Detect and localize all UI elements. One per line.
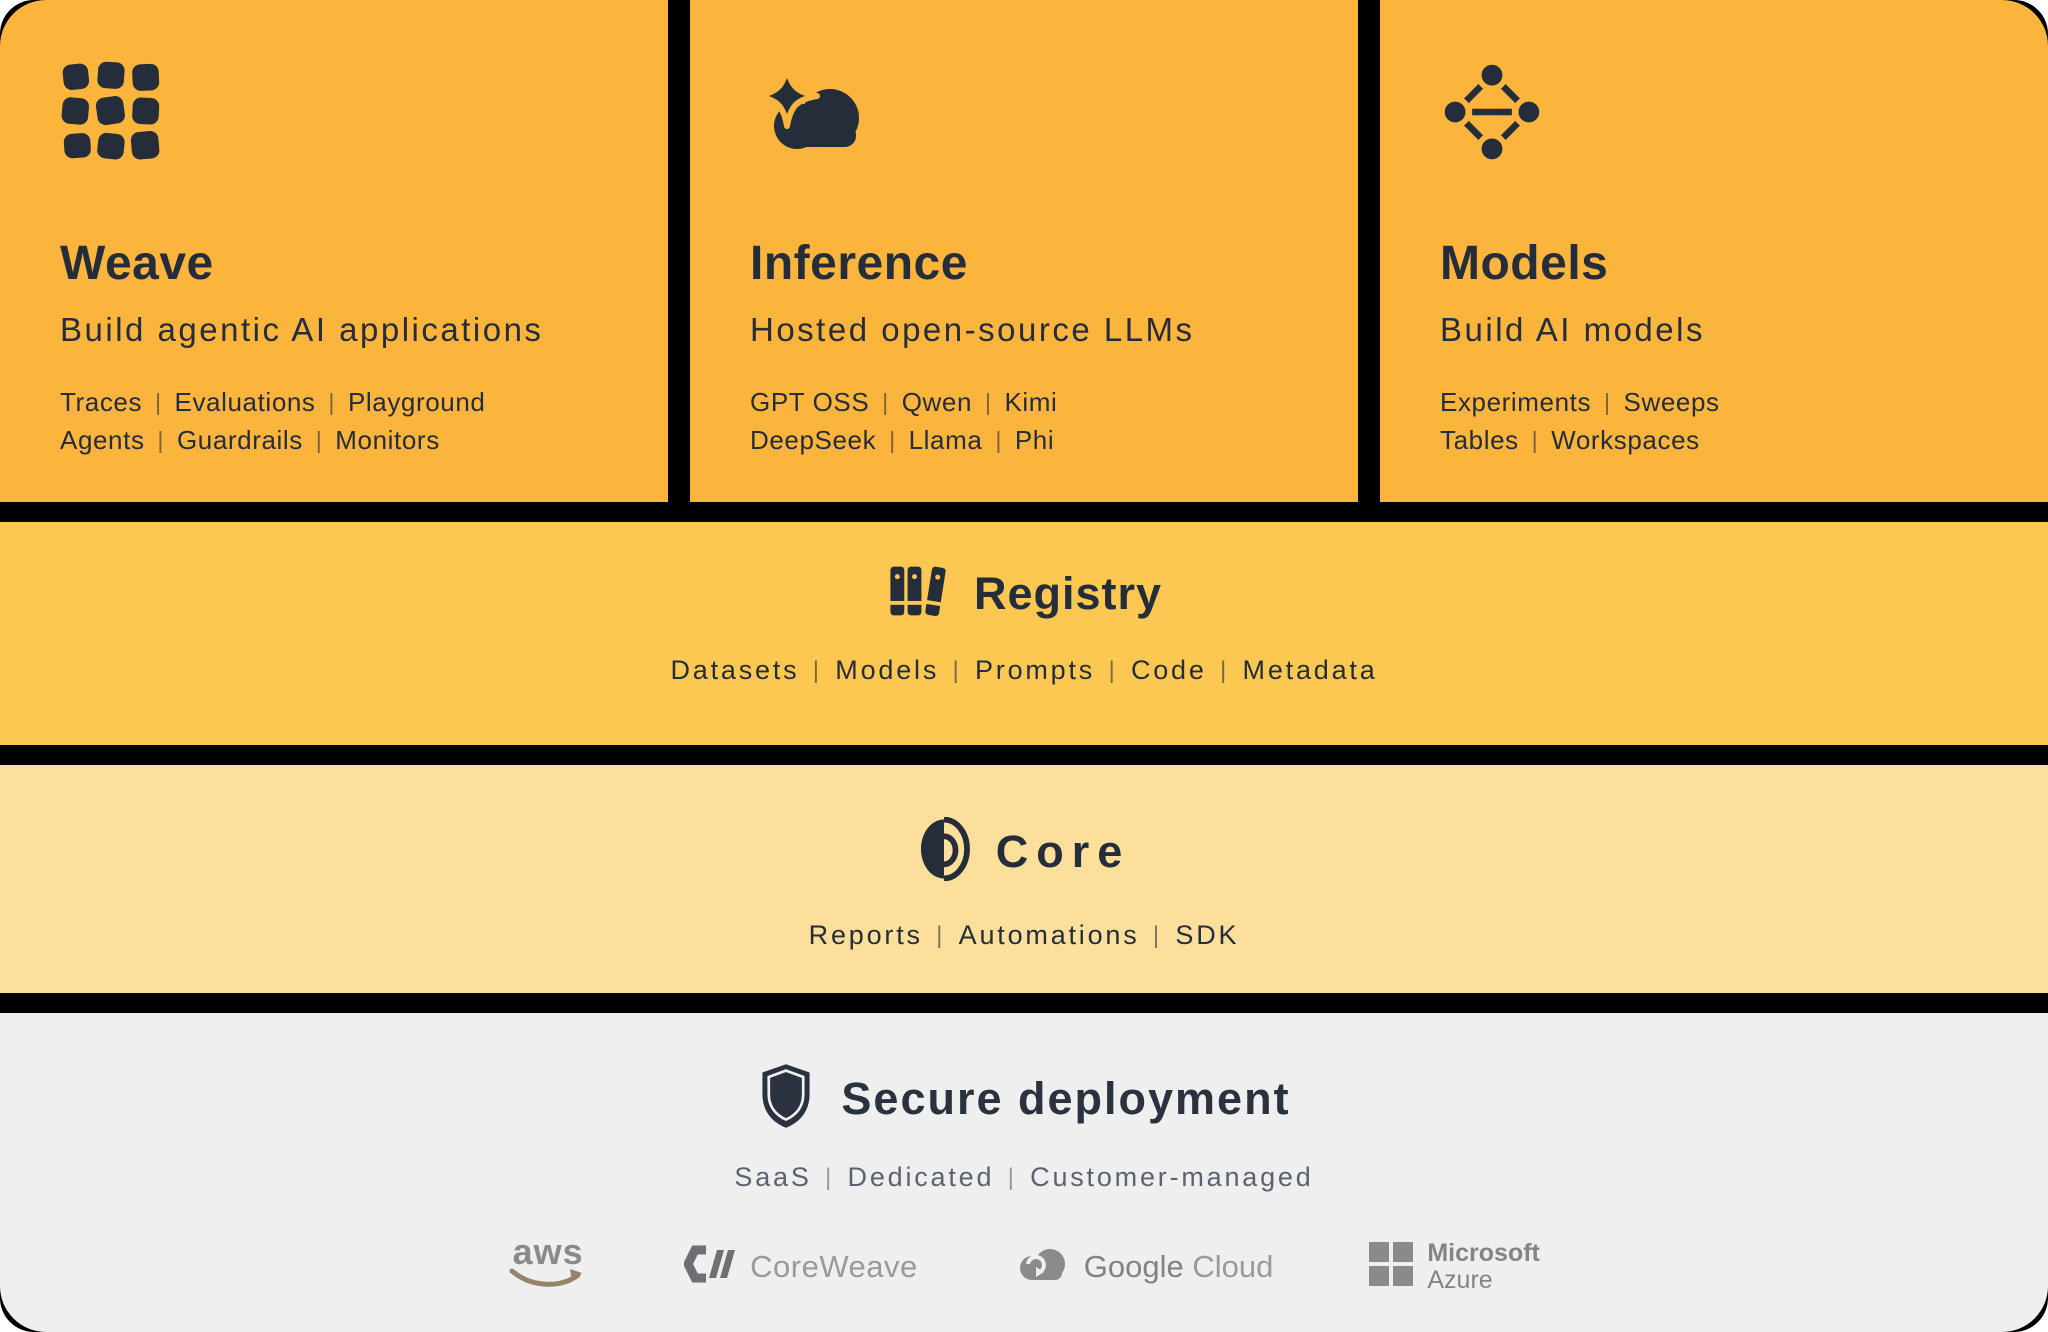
core-items: Reports|Automations|SDK bbox=[0, 920, 2048, 951]
feature-line: DeepSeek|Llama|Phi bbox=[750, 422, 1308, 460]
registry-items: Datasets|Models|Prompts|Code|Metadata bbox=[0, 655, 2048, 686]
feature-line: GPT OSS|Qwen|Kimi bbox=[750, 384, 1308, 422]
aws-wordmark: aws bbox=[513, 1237, 584, 1267]
coreweave-mark-icon bbox=[684, 1245, 736, 1288]
card-inference: Inference Hosted open-source LLMs GPT OS… bbox=[690, 0, 1358, 502]
feature-line: Agents|Guardrails|Monitors bbox=[60, 422, 618, 460]
binders-icon bbox=[886, 562, 948, 625]
feature-line: Tables|Workspaces bbox=[1440, 422, 1998, 460]
feature-line: Traces|Evaluations|Playground bbox=[60, 384, 618, 422]
microsoft-azure-wordmark: Microsoft Azure bbox=[1427, 1240, 1540, 1294]
card-title: Models bbox=[1440, 238, 1998, 291]
core-title: Core bbox=[996, 826, 1131, 878]
secure-deployment-band: Secure deployment SaaS|Dedicated|Custome… bbox=[0, 1013, 2048, 1332]
shield-icon bbox=[757, 1061, 815, 1136]
node-network-icon bbox=[1440, 60, 1998, 164]
card-subtitle: Build agentic AI applications bbox=[60, 309, 618, 350]
google-cloud-wordmark: Google Cloud bbox=[1084, 1249, 1274, 1285]
card-feature-list: Traces|Evaluations|Playground Agents|Gua… bbox=[60, 384, 618, 460]
core-header: Core bbox=[0, 817, 2048, 886]
platform-architecture-diagram: Weave Build agentic AI applications Trac… bbox=[0, 0, 2048, 1332]
cloud-provider-logos: aws CoreWeave bbox=[0, 1237, 2048, 1296]
logo-microsoft-azure: Microsoft Azure bbox=[1369, 1240, 1540, 1294]
google-cloud-icon bbox=[1014, 1244, 1070, 1289]
feature-line: Experiments|Sweeps bbox=[1440, 384, 1998, 422]
coreweave-wordmark: CoreWeave bbox=[750, 1249, 918, 1285]
sparkle-cloud-icon bbox=[750, 60, 1308, 164]
card-title: Weave bbox=[60, 238, 618, 291]
grid-tiles-icon bbox=[60, 60, 618, 164]
card-title: Inference bbox=[750, 238, 1308, 291]
secure-title: Secure deployment bbox=[841, 1073, 1290, 1125]
card-feature-list: GPT OSS|Qwen|Kimi DeepSeek|Llama|Phi bbox=[750, 384, 1308, 460]
registry-band: Registry Datasets|Models|Prompts|Code|Me… bbox=[0, 522, 2048, 745]
logo-google-cloud: Google Cloud bbox=[1014, 1244, 1274, 1289]
secure-items: SaaS|Dedicated|Customer-managed bbox=[0, 1162, 2048, 1193]
half-orbit-icon bbox=[918, 817, 970, 886]
card-subtitle: Build AI models bbox=[1440, 309, 1998, 350]
microsoft-squares-icon bbox=[1369, 1242, 1413, 1291]
registry-title: Registry bbox=[974, 568, 1162, 620]
card-feature-list: Experiments|Sweeps Tables|Workspaces bbox=[1440, 384, 1998, 460]
logo-aws: aws bbox=[508, 1237, 588, 1296]
card-weave: Weave Build agentic AI applications Trac… bbox=[0, 0, 668, 502]
registry-header: Registry bbox=[0, 562, 2048, 625]
secure-header: Secure deployment bbox=[0, 1061, 2048, 1136]
card-subtitle: Hosted open-source LLMs bbox=[750, 309, 1308, 350]
card-models: Models Build AI models Experiments|Sweep… bbox=[1380, 0, 2048, 502]
aws-smile-icon bbox=[508, 1267, 588, 1296]
core-band: Core Reports|Automations|SDK bbox=[0, 765, 2048, 993]
product-cards-row: Weave Build agentic AI applications Trac… bbox=[0, 0, 2048, 502]
logo-coreweave: CoreWeave bbox=[684, 1245, 918, 1288]
